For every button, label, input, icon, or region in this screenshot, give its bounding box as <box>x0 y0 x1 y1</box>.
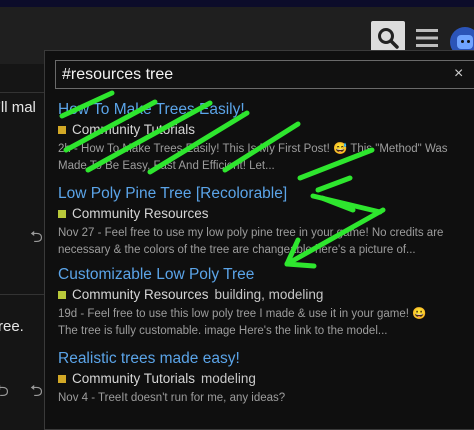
result-tags[interactable]: building, modeling <box>215 287 324 302</box>
bg-divider <box>0 92 44 93</box>
clear-search-icon[interactable]: × <box>454 65 463 83</box>
excerpt-line: 19d - Feel free to use this low poly tre… <box>58 308 427 320</box>
reply-arrow-icon[interactable]: ⮌ <box>30 226 43 253</box>
search-result[interactable]: Realistic trees made easy! Community Tut… <box>58 350 474 407</box>
bg-divider <box>0 294 44 295</box>
category-badge-icon <box>58 125 66 134</box>
category-label: Community Resources <box>72 287 209 302</box>
result-category[interactable]: Community Tutorials <box>58 122 474 137</box>
bg-post-text: ree. <box>0 318 24 335</box>
search-result[interactable]: How To Make Trees Easily! Community Tuto… <box>58 101 474 175</box>
result-tags[interactable]: modeling <box>201 371 256 386</box>
search-dropdown-panel: × How To Make Trees Easily! Community Tu… <box>44 50 474 430</box>
excerpt-line: Nov 4 - TreeIt doesn't run for me, any i… <box>58 392 286 404</box>
result-category[interactable]: Community Tutorials modeling <box>58 371 474 386</box>
result-category[interactable]: Community Resources <box>58 206 474 221</box>
category-label: Community Tutorials <box>72 371 196 386</box>
result-category[interactable]: Community Resources building, modeling <box>58 287 474 302</box>
result-title[interactable]: Realistic trees made easy! <box>58 350 474 368</box>
bg-post-text: 'll mal <box>0 99 36 116</box>
category-badge-icon <box>58 290 66 299</box>
result-excerpt: Nov 4 - TreeIt doesn't run for me, any i… <box>58 390 474 407</box>
search-icon <box>378 28 399 49</box>
search-result[interactable]: Customizable Low Poly Tree Community Res… <box>58 266 474 340</box>
top-strip <box>0 0 474 7</box>
reply-arrow-icon[interactable]: ⮌ <box>30 380 43 407</box>
result-title[interactable]: How To Make Trees Easily! <box>58 101 474 119</box>
result-title[interactable]: Low Poly Pine Tree [Recolorable] <box>58 185 474 203</box>
category-label: Community Resources <box>72 206 209 221</box>
search-box: × <box>55 60 474 89</box>
result-excerpt: 2h - How To Make Trees Easily! This Is M… <box>58 141 474 175</box>
category-label: Community Tutorials <box>72 122 196 137</box>
hamburger-icon <box>416 29 438 47</box>
excerpt-line: Made To Be Easy, Fast And Efficient! Let… <box>58 160 275 172</box>
category-badge-icon <box>58 209 66 218</box>
result-title[interactable]: Customizable Low Poly Tree <box>58 266 474 284</box>
search-result[interactable]: Low Poly Pine Tree [Recolorable] Communi… <box>58 185 474 259</box>
excerpt-line: Nov 27 - Feel free to use my low poly pi… <box>58 227 444 239</box>
category-badge-icon <box>58 374 66 383</box>
excerpt-line: necessary & the colors of the tree are c… <box>58 244 416 256</box>
result-excerpt: Nov 27 - Feel free to use my low poly pi… <box>58 225 474 259</box>
excerpt-line: The tree is fully customable. image Here… <box>58 325 388 337</box>
result-excerpt: 19d - Feel free to use this low poly tre… <box>58 306 474 340</box>
search-input[interactable] <box>62 61 432 88</box>
share-arrow-icon[interactable]: ⮌ <box>0 380 9 407</box>
excerpt-line: 2h - How To Make Trees Easily! This Is M… <box>58 143 448 155</box>
